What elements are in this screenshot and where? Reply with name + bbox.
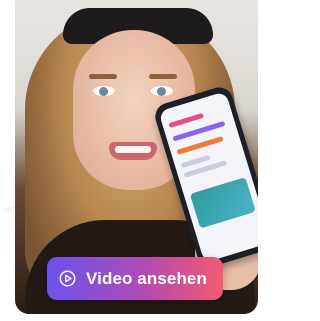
watch-video-label: Video ansehen [86, 269, 207, 288]
mouth [109, 142, 157, 160]
play-circle-icon [59, 270, 76, 287]
left-brow [89, 74, 117, 79]
left-eye [93, 86, 115, 96]
right-eye [151, 86, 173, 96]
watch-video-button[interactable]: Video ansehen [47, 257, 223, 300]
right-brow [149, 74, 177, 79]
